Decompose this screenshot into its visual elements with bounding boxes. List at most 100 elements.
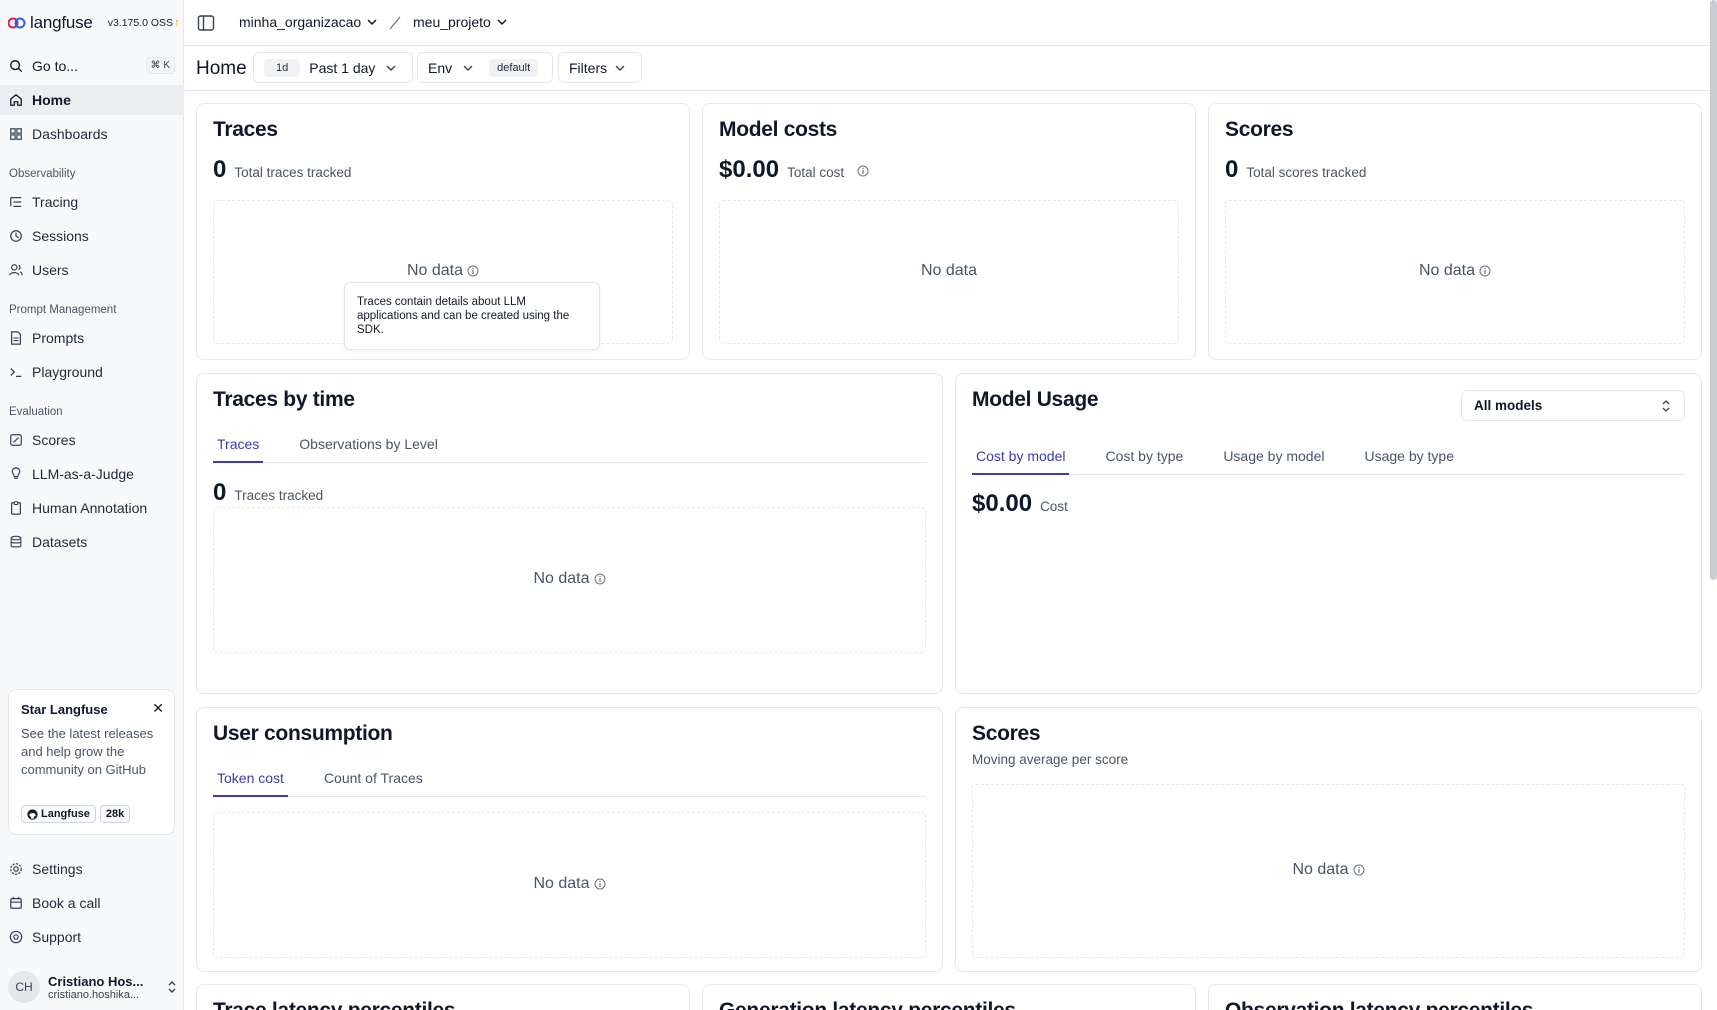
tab-observations-by-level[interactable]: Observations by Level: [295, 436, 442, 462]
tab-token-cost[interactable]: Token cost: [213, 770, 288, 797]
metric-label: Total cost: [787, 165, 845, 180]
sidebar-item-label: Scores: [32, 432, 76, 448]
traces-by-time-card: Traces by time Traces Observations by Le…: [196, 373, 943, 694]
trace-latency-card: Trace latency percentiles: [196, 984, 690, 1010]
no-data-label: No data: [920, 262, 978, 279]
lifebuoy-icon: [9, 930, 23, 944]
card-title: Traces: [213, 118, 278, 141]
user-consumption-card: User consumption Token cost Count of Tra…: [196, 707, 943, 972]
metric: 0 Total traces tracked: [213, 156, 351, 184]
sidebar-item-label: Support: [32, 929, 82, 945]
no-data-label: No data: [533, 570, 590, 587]
sidebar-item-scores[interactable]: Scores: [0, 425, 184, 455]
github-repo-badge[interactable]: Langfuse: [21, 805, 96, 823]
breadcrumb-separator-icon: [389, 16, 401, 30]
topbar: minha_organizacao meu_projeto: [184, 0, 1717, 46]
sidebar-item-label: Playground: [32, 364, 103, 380]
sidebar-item-human-annotation[interactable]: Human Annotation: [0, 493, 184, 523]
tab-cost-by-model[interactable]: Cost by model: [972, 448, 1070, 475]
date-range-label: Past 1 day: [309, 59, 376, 76]
users-icon: [9, 264, 23, 276]
info-icon[interactable]: [594, 878, 606, 890]
lightbulb-icon: [11, 467, 21, 479]
metric: 0 Traces tracked: [213, 479, 323, 507]
metric-label: Traces tracked: [234, 488, 324, 503]
sidebar-item-label: Datasets: [32, 534, 88, 550]
chevrons-up-down-icon: [168, 981, 176, 993]
sidebar-item-label: Home: [32, 92, 71, 108]
traces-tooltip: Traces contain details about LLM applica…: [344, 282, 600, 350]
close-icon[interactable]: ✕: [152, 700, 164, 717]
sidebar-item-users[interactable]: Users: [0, 255, 184, 285]
brand[interactable]: langfuse v3.175.0 OSS ↑: [8, 10, 180, 36]
tab-cost-by-type[interactable]: Cost by type: [1101, 448, 1187, 474]
tab-traces[interactable]: Traces: [213, 436, 264, 463]
tab-count-of-traces[interactable]: Count of Traces: [320, 770, 427, 796]
info-icon[interactable]: [594, 573, 606, 585]
no-data-label: No data: [406, 262, 464, 279]
sidebar-item-tracing[interactable]: Tracing: [0, 187, 184, 217]
github-star-count: 28k: [99, 805, 131, 823]
date-range-picker[interactable]: 1d Past 1 day: [253, 52, 413, 83]
sidebar-item-label: Book a call: [32, 895, 101, 911]
filters-button[interactable]: Filters: [558, 52, 642, 83]
langfuse-logo-icon: [8, 17, 26, 29]
star-card-title: Star Langfuse: [21, 702, 108, 717]
model-select[interactable]: All models: [1461, 390, 1685, 421]
card-title: Scores: [972, 722, 1041, 745]
card-title: Model Usage: [972, 388, 1099, 411]
sidebar-item-playground[interactable]: Playground: [0, 357, 184, 387]
file-text-icon: [11, 331, 21, 345]
no-data-label: No data: [1418, 262, 1476, 279]
project-switcher[interactable]: meu_projeto: [413, 14, 507, 30]
metric: 0 Total scores tracked: [1225, 156, 1366, 184]
generation-latency-card: Generation latency percentiles: [702, 984, 1196, 1010]
info-icon[interactable]: [1479, 265, 1491, 277]
chart-placeholder: No data: [972, 784, 1685, 958]
environment-filter[interactable]: Env default: [417, 52, 553, 83]
github-star-button[interactable]: Langfuse 28k: [21, 805, 131, 823]
sidebar-item-book-call[interactable]: Book a call: [0, 888, 184, 918]
sidebar-item-label: Users: [32, 262, 69, 278]
star-card-description: See the latest releases and help grow th…: [21, 726, 154, 777]
card-title: Generation latency percentiles: [719, 999, 1016, 1010]
sidebar-item-sessions[interactable]: Sessions: [0, 221, 184, 251]
metric-value: 0: [213, 156, 227, 183]
date-range-chip: 1d: [264, 58, 301, 77]
tab-usage-by-type[interactable]: Usage by type: [1360, 448, 1458, 474]
goto-label: Go to...: [32, 58, 78, 74]
model-usage-card: Model Usage All models Cost by model Cos…: [955, 373, 1702, 694]
sidebar-item-prompts[interactable]: Prompts: [0, 323, 184, 353]
update-arrow-icon[interactable]: ↑: [174, 17, 180, 29]
info-icon[interactable]: [1353, 864, 1365, 876]
no-data: No data: [214, 875, 925, 893]
sidebar-toggle-icon[interactable]: [197, 14, 215, 32]
model-costs-card: Model costs $0.00 Total cost No data: [702, 103, 1196, 360]
metric-value: 0: [1225, 156, 1239, 183]
info-icon[interactable]: [467, 265, 479, 277]
user-menu[interactable]: CH Cristiano Hos... cristiano.hoshika...: [8, 970, 178, 1004]
sidebar-item-label: Human Annotation: [32, 500, 148, 516]
goto-shortcut: ⌘ K: [145, 57, 175, 74]
tab-list: Cost by model Cost by type Usage by mode…: [972, 448, 1685, 475]
tab-usage-by-model[interactable]: Usage by model: [1219, 448, 1328, 474]
env-label: Env: [428, 59, 453, 76]
metric-label: Total scores tracked: [1246, 165, 1367, 180]
page-scrollbar[interactable]: [1710, 0, 1717, 580]
sidebar-item-support[interactable]: Support: [0, 922, 184, 952]
scores-average-card: Scores Moving average per score No data: [955, 707, 1702, 972]
sidebar-item-home[interactable]: Home: [0, 85, 184, 115]
organization-switcher[interactable]: minha_organizacao: [239, 14, 377, 30]
clock-icon: [10, 230, 22, 242]
card-title: User consumption: [213, 722, 393, 745]
sidebar-item-dashboards[interactable]: Dashboards: [0, 119, 184, 149]
chart-placeholder: No data: [213, 812, 926, 958]
sidebar-item-settings[interactable]: Settings: [0, 854, 184, 884]
page-header: Home 1d Past 1 day Env default Filters: [184, 46, 1717, 91]
info-icon[interactable]: [857, 165, 869, 177]
sidebar-item-llm-judge[interactable]: LLM-as-a-Judge: [0, 459, 184, 489]
no-data: No data: [214, 262, 672, 280]
goto-search[interactable]: Go to... ⌘ K: [0, 52, 184, 80]
chevron-down-icon: [367, 19, 377, 26]
sidebar-item-datasets[interactable]: Datasets: [0, 527, 184, 557]
